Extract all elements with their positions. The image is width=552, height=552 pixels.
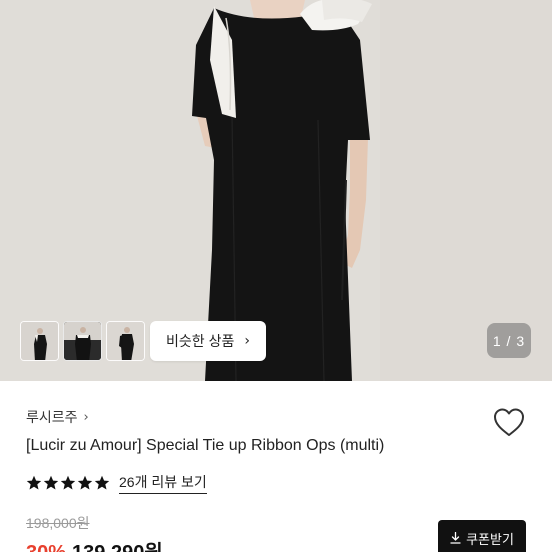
thumbnail-2[interactable]	[63, 321, 102, 361]
thumbnail-3[interactable]	[106, 321, 145, 361]
brand-link[interactable]: 루시르주 ›	[26, 407, 89, 427]
similar-products-label: 비슷한 상품	[166, 333, 235, 349]
star-icon	[94, 475, 110, 490]
rating-row: 26개 리뷰 보기	[26, 472, 207, 494]
review-link[interactable]: 26개 리뷰 보기	[119, 472, 207, 494]
thumbnail-strip	[20, 321, 145, 361]
chevron-right-icon: ›	[83, 409, 89, 425]
heart-icon[interactable]	[492, 406, 526, 438]
price-row: 30% 139,290원	[26, 536, 163, 552]
thumbnail-image	[107, 322, 144, 360]
star-rating	[26, 475, 110, 491]
brand-name: 루시르주	[26, 409, 78, 425]
thumbnail-image	[64, 322, 101, 360]
original-price: 198,000원	[26, 515, 90, 531]
star-icon	[60, 475, 76, 490]
coupon-label: 쿠폰받기	[466, 531, 514, 547]
sale-price: 139,290원	[72, 536, 163, 552]
star-icon	[77, 475, 93, 490]
discount-rate: 30%	[26, 542, 66, 552]
similar-products-button[interactable]: 비슷한 상품 ›	[150, 321, 266, 361]
coupon-button[interactable]: 쿠폰받기	[438, 520, 526, 552]
image-counter: 1 / 3	[487, 323, 531, 358]
star-icon	[43, 475, 59, 490]
product-title: [Lucir zu Amour] Special Tie up Ribbon O…	[26, 437, 385, 454]
thumbnail-image	[21, 322, 58, 360]
thumbnail-1[interactable]	[20, 321, 59, 361]
download-icon	[450, 532, 461, 544]
star-icon	[26, 475, 42, 490]
chevron-right-icon: ›	[244, 333, 250, 349]
product-image[interactable]: 비슷한 상품 › 1 / 3	[0, 0, 552, 381]
